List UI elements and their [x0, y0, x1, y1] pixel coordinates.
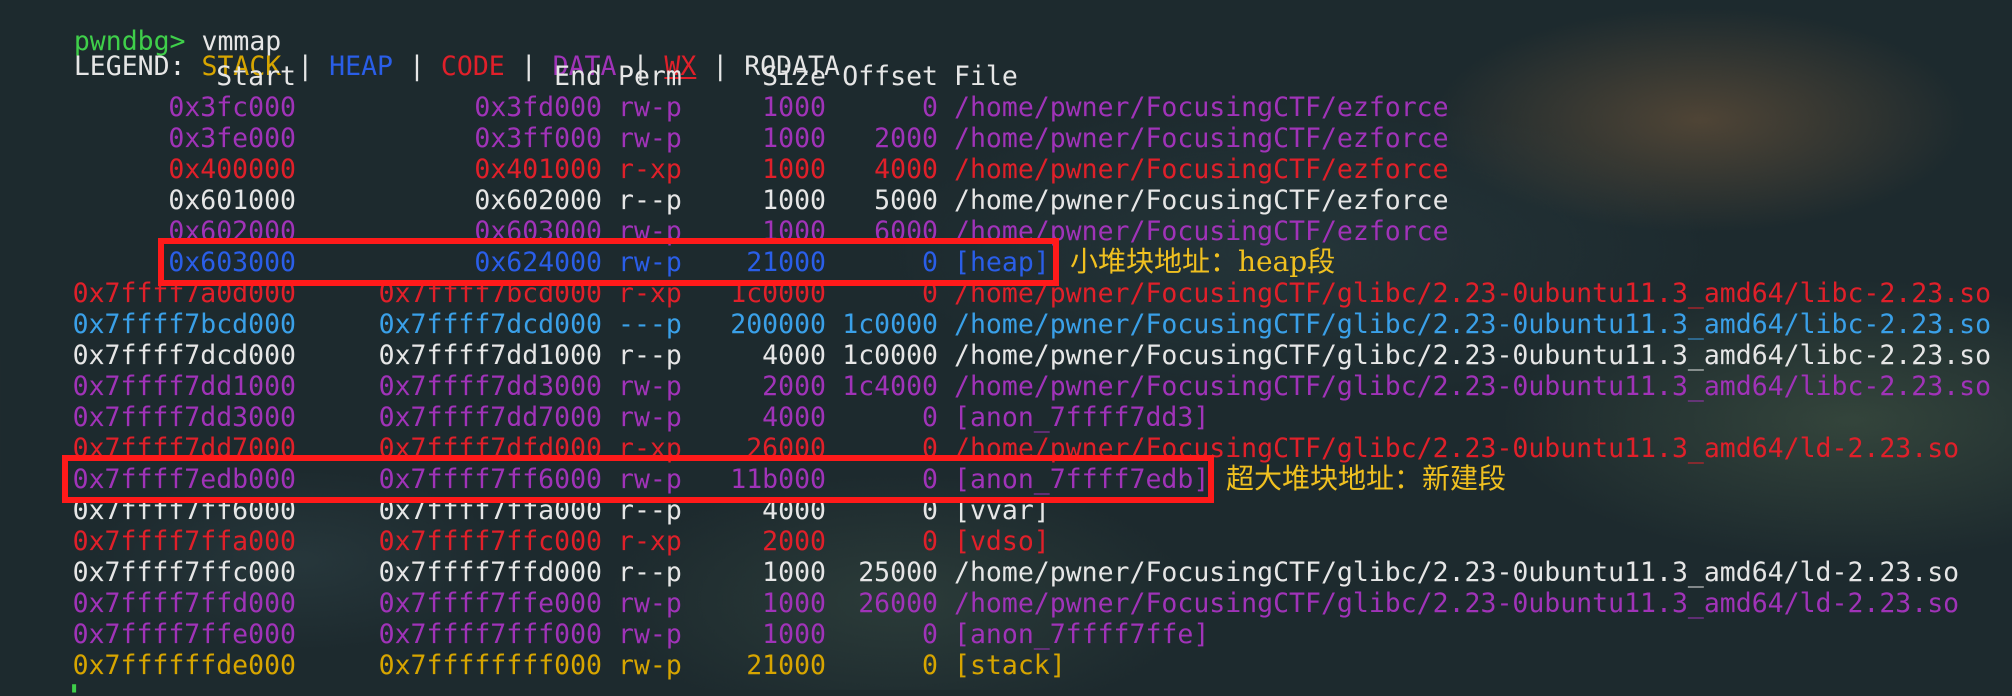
table-row: 0x7ffff7ffd000 0x7ffff7ffe000 rw-p 1000 2600… — [0, 588, 2012, 619]
cell-start: 0x7ffff7dd1000 — [72, 371, 296, 402]
anon-annotation: 超大堆块地址：新建段 — [1226, 462, 1507, 495]
terminal-window[interactable]: pwndbg> vmmap LEGEND: STACK | HEAP | COD… — [0, 0, 2012, 696]
table-row: 0x7ffff7bcd000 0x7ffff7dcd000 ---p 200000 1c… — [0, 309, 2012, 340]
cell-file: /home/pwner/FocusingCTF/glibc/2.23-0ubun… — [954, 278, 1992, 309]
cell-start: 0x7ffff7dd3000 — [72, 402, 296, 433]
cell-end: 0x3ff000 — [474, 123, 602, 154]
cell-start: 0x7ffff7ffc000 — [72, 557, 296, 588]
cell-end: 0x3fd000 — [474, 92, 602, 123]
cell-end: 0x7ffff7ffe000 — [378, 588, 602, 619]
cell-offset: 0 — [922, 619, 938, 650]
cell-offset: 26000 — [858, 588, 938, 619]
header-size: Size — [762, 61, 826, 92]
cell-size: 21000 — [746, 650, 826, 681]
cell-start: 0x400000 — [168, 154, 296, 185]
table-row: 0x601000 0x602000 r--p 1000 5000/home/pwner/… — [0, 185, 2012, 216]
cell-size: 1000 — [762, 92, 826, 123]
cell-offset: 0 — [922, 650, 938, 681]
cell-end: 0x7ffff7dcd000 — [378, 309, 602, 340]
cell-file: /home/pwner/FocusingCTF/ezforce — [954, 216, 1449, 247]
cell-end: 0x7ffff7fff000 — [378, 619, 602, 650]
cell-file: /home/pwner/FocusingCTF/glibc/2.23-0ubun… — [954, 371, 1992, 402]
heap-highlight-box — [158, 238, 1059, 286]
table-row: 0x3fc000 0x3fd000 rw-p 1000 0/home/pwner/Foc… — [0, 92, 2012, 123]
cell-file: /home/pwner/FocusingCTF/glibc/2.23-0ubun… — [954, 309, 1992, 340]
cell-offset: 0 — [922, 526, 938, 557]
cell-size: 1000 — [762, 123, 826, 154]
table-row: 0x400000 0x401000 r-xp 1000 4000/home/pwner/… — [0, 154, 2012, 185]
cell-size: 4000 — [762, 402, 826, 433]
cell-end: 0x7ffff7dd1000 — [378, 340, 602, 371]
cell-end: 0x7ffff7dd7000 — [378, 402, 602, 433]
cell-start: 0x3fc000 — [168, 92, 296, 123]
cursor-glyph: ▮ — [70, 680, 79, 696]
table-row: 0x7ffff7dcd000 0x7ffff7dd1000 r--p 4000 1c00… — [0, 340, 2012, 371]
cell-start: 0x3fe000 — [168, 123, 296, 154]
header-start: Start — [216, 61, 296, 92]
cell-file: [anon_7ffff7dd3] — [954, 402, 1210, 433]
anon-highlight-box — [62, 455, 1214, 503]
cell-end: 0x7ffffffff000 — [378, 650, 602, 681]
cell-file: /home/pwner/FocusingCTF/ezforce — [954, 123, 1449, 154]
cell-size: 4000 — [762, 340, 826, 371]
cell-offset: 1c0000 — [842, 309, 938, 340]
cell-offset: 5000 — [874, 185, 938, 216]
table-row: 0x7ffff7ffc000 0x7ffff7ffd000 r--p 1000 2500… — [0, 557, 2012, 588]
heap-annotation: 小堆块地址：heap段 — [1070, 245, 1336, 278]
cell-start: 0x7ffff7bcd000 — [72, 309, 296, 340]
table-row: 0x7ffff7ffa000 0x7ffff7ffc000 r-xp 2000 0 [vd… — [0, 526, 2012, 557]
table-row: 0x3fe000 0x3ff000 rw-p 1000 2000/home/pwner/… — [0, 123, 2012, 154]
cell-offset: 0 — [922, 92, 938, 123]
header-file: File — [954, 61, 1018, 92]
cell-size: 1000 — [762, 154, 826, 185]
cell-end: 0x401000 — [474, 154, 602, 185]
cell-offset: 1c0000 — [842, 340, 938, 371]
table-row: 0x7ffff7dd1000 0x7ffff7dd3000 rw-p 2000 1c40… — [0, 371, 2012, 402]
table-row: 0x7ffffffde000 0x7ffffffff000 rw-p 21000 0 [s… — [0, 650, 2012, 681]
cell-file: /home/pwner/FocusingCTF/ezforce — [954, 92, 1449, 123]
cell-end: 0x7ffff7ffd000 — [378, 557, 602, 588]
header-end: End — [554, 61, 602, 92]
cell-file: /home/pwner/FocusingCTF/glibc/2.23-0ubun… — [954, 557, 1960, 588]
cell-size: 2000 — [762, 371, 826, 402]
cell-offset: 4000 — [874, 154, 938, 185]
table-row: 0x7ffff7ffe000 0x7ffff7fff000 rw-p 1000 0 [an… — [0, 619, 2012, 650]
cell-file: [anon_7ffff7ffe] — [954, 619, 1210, 650]
cell-size: 1000 — [762, 185, 826, 216]
cell-start: 0x7ffff7ffd000 — [72, 588, 296, 619]
cell-file: /home/pwner/FocusingCTF/ezforce — [954, 185, 1449, 216]
cell-offset: 0 — [922, 402, 938, 433]
cell-file: /home/pwner/FocusingCTF/glibc/2.23-0ubun… — [954, 340, 1992, 371]
cell-size: 1000 — [762, 588, 826, 619]
cell-offset: 25000 — [858, 557, 938, 588]
cell-start: 0x7ffffffde000 — [72, 650, 296, 681]
cell-offset: 1c4000 — [842, 371, 938, 402]
cell-file: [vdso] — [954, 526, 1050, 557]
cell-size: 2000 — [762, 526, 826, 557]
table-row: 0x7ffff7dd3000 0x7ffff7dd7000 rw-p 4000 0 [an… — [0, 402, 2012, 433]
cell-file: [stack] — [954, 650, 1066, 681]
cell-start: 0x7ffff7ffe000 — [72, 619, 296, 650]
header-offset: Offset — [842, 61, 938, 92]
cell-end: 0x602000 — [474, 185, 602, 216]
table-header: Start End Perm Size Offset File — [0, 61, 2012, 92]
cell-start: 0x601000 — [168, 185, 296, 216]
cell-end: 0x7ffff7ffc000 — [378, 526, 602, 557]
legend-line: LEGEND: STACK | HEAP | CODE | DATA | WX … — [10, 20, 840, 82]
cell-file: /home/pwner/FocusingCTF/ezforce — [954, 154, 1449, 185]
cell-file: /home/pwner/FocusingCTF/glibc/2.23-0ubun… — [954, 588, 1960, 619]
cell-start: 0x7ffff7ffa000 — [72, 526, 296, 557]
cell-start: 0x7ffff7dcd000 — [72, 340, 296, 371]
cell-offset: 2000 — [874, 123, 938, 154]
cell-size: 200000 — [730, 309, 826, 340]
cell-end: 0x7ffff7dd3000 — [378, 371, 602, 402]
cell-size: 1000 — [762, 557, 826, 588]
cell-size: 1000 — [762, 619, 826, 650]
